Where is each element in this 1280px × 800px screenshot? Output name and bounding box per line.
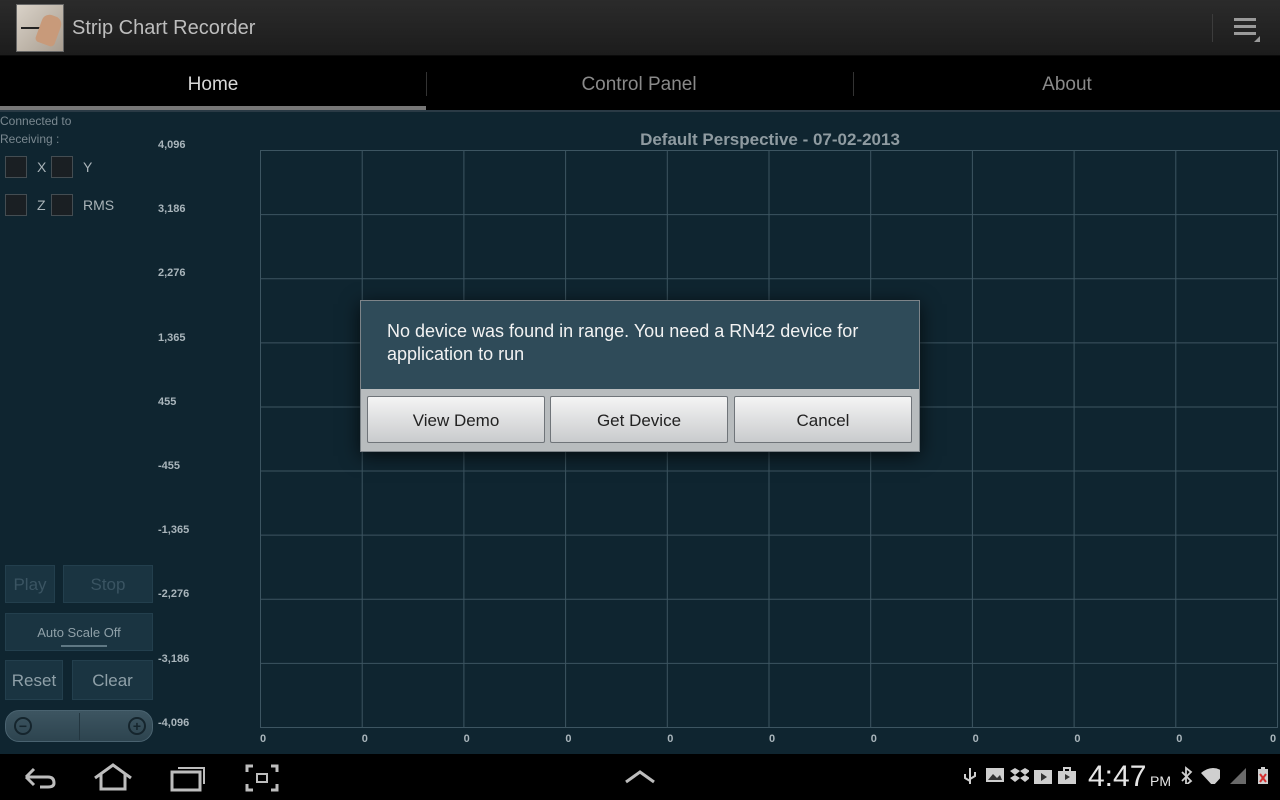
overflow-menu-icon[interactable] [1234,16,1260,42]
zoom-in-icon[interactable]: + [128,717,146,735]
y-tick-label: 455 [158,395,177,408]
checkbox-z-label: Z [37,197,46,213]
shopping-bag-icon [1058,767,1076,784]
toggle-indicator [61,645,107,647]
tab-about-label: About [1042,74,1092,95]
checkbox-rms[interactable] [51,194,73,216]
x-tick-label: 0 [1176,733,1183,745]
usb-icon [964,768,976,784]
view-demo-button[interactable]: View Demo [367,396,545,443]
y-tick-label: -1,365 [158,524,190,537]
clock-ampm: PM [1150,773,1171,789]
y-tick-label: -3,186 [158,652,190,665]
no-device-dialog: No device was found in range. You need a… [360,300,920,452]
tab-about[interactable]: About [854,56,1280,112]
bluetooth-icon [1181,766,1193,784]
dialog-message: No device was found in range. You need a… [387,321,859,364]
dialog-body: No device was found in range. You need a… [361,301,919,389]
tab-divider [853,72,854,96]
auto-scale-label: Auto Scale Off [37,625,121,640]
action-bar-divider [1212,14,1213,42]
image-icon [986,768,1004,782]
tab-home[interactable]: Home [0,56,426,112]
action-bar: Strip Chart Recorder [0,0,1280,56]
x-tick-label: 0 [260,733,267,745]
y-tick-label: 1,365 [158,331,186,344]
app-icon[interactable] [16,4,64,52]
x-tick-label: 0 [667,733,674,745]
x-tick-label: 0 [463,733,470,745]
home-icon[interactable] [92,762,134,792]
x-tick-label: 0 [972,733,979,745]
back-icon[interactable] [20,763,58,791]
system-nav-bar: 4:47 PM [0,754,1280,800]
checkbox-z[interactable] [5,194,27,216]
x-tick-label: 0 [1270,733,1277,745]
checkbox-y-label: Y [83,159,93,175]
battery-icon [1258,767,1268,784]
tab-control-panel-label: Control Panel [581,74,697,95]
y-tick-label: -455 [158,460,181,472]
zoom-control: − + [5,710,153,742]
x-tick-label: 0 [361,733,368,745]
y-tick-label: -2,276 [158,588,190,601]
x-tick-label: 0 [870,733,877,745]
auto-scale-toggle[interactable]: Auto Scale Off [5,613,153,651]
y-tick-label: -4,096 [158,716,190,729]
checkbox-rms-label: RMS [83,197,115,213]
play-store-icon [1034,770,1052,784]
y-tick-label: 4,096 [158,139,186,151]
clock-time: 4:47 [1088,760,1147,793]
stop-button[interactable]: Stop [63,565,153,603]
checkbox-y[interactable] [51,156,73,178]
cancel-button[interactable]: Cancel [734,396,912,443]
y-tick-label: 2,276 [158,267,186,280]
dropbox-icon [1010,768,1029,782]
checkbox-x-label: X [37,159,47,175]
x-tick-label: 0 [1074,733,1081,745]
recent-apps-icon[interactable] [168,764,208,792]
x-tick-label: 0 [769,733,776,745]
signal-icon [1230,768,1246,784]
tab-bar: Home Control Panel About [0,56,1280,112]
receiving-status: Receiving : [0,132,60,146]
app-title: Strip Chart Recorder [72,17,256,39]
clear-button[interactable]: Clear [72,660,153,700]
y-tick-label: 3,186 [158,203,186,216]
tab-control-panel[interactable]: Control Panel [426,56,852,112]
tab-home-label: Home [187,74,239,95]
chart-title: Default Perspective - 07-02-2013 [640,130,900,149]
tab-divider [426,72,427,96]
menu-up-icon[interactable] [622,768,658,786]
zoom-out-icon[interactable]: − [14,717,32,735]
reset-button[interactable]: Reset [5,660,63,700]
play-button[interactable]: Play [5,565,55,603]
connection-status: Connected to [0,114,72,128]
wifi-icon [1201,768,1220,784]
checkbox-x[interactable] [5,156,27,178]
get-device-button[interactable]: Get Device [550,396,728,443]
x-tick-label: 0 [565,733,572,745]
screenshot-icon[interactable] [244,763,280,793]
